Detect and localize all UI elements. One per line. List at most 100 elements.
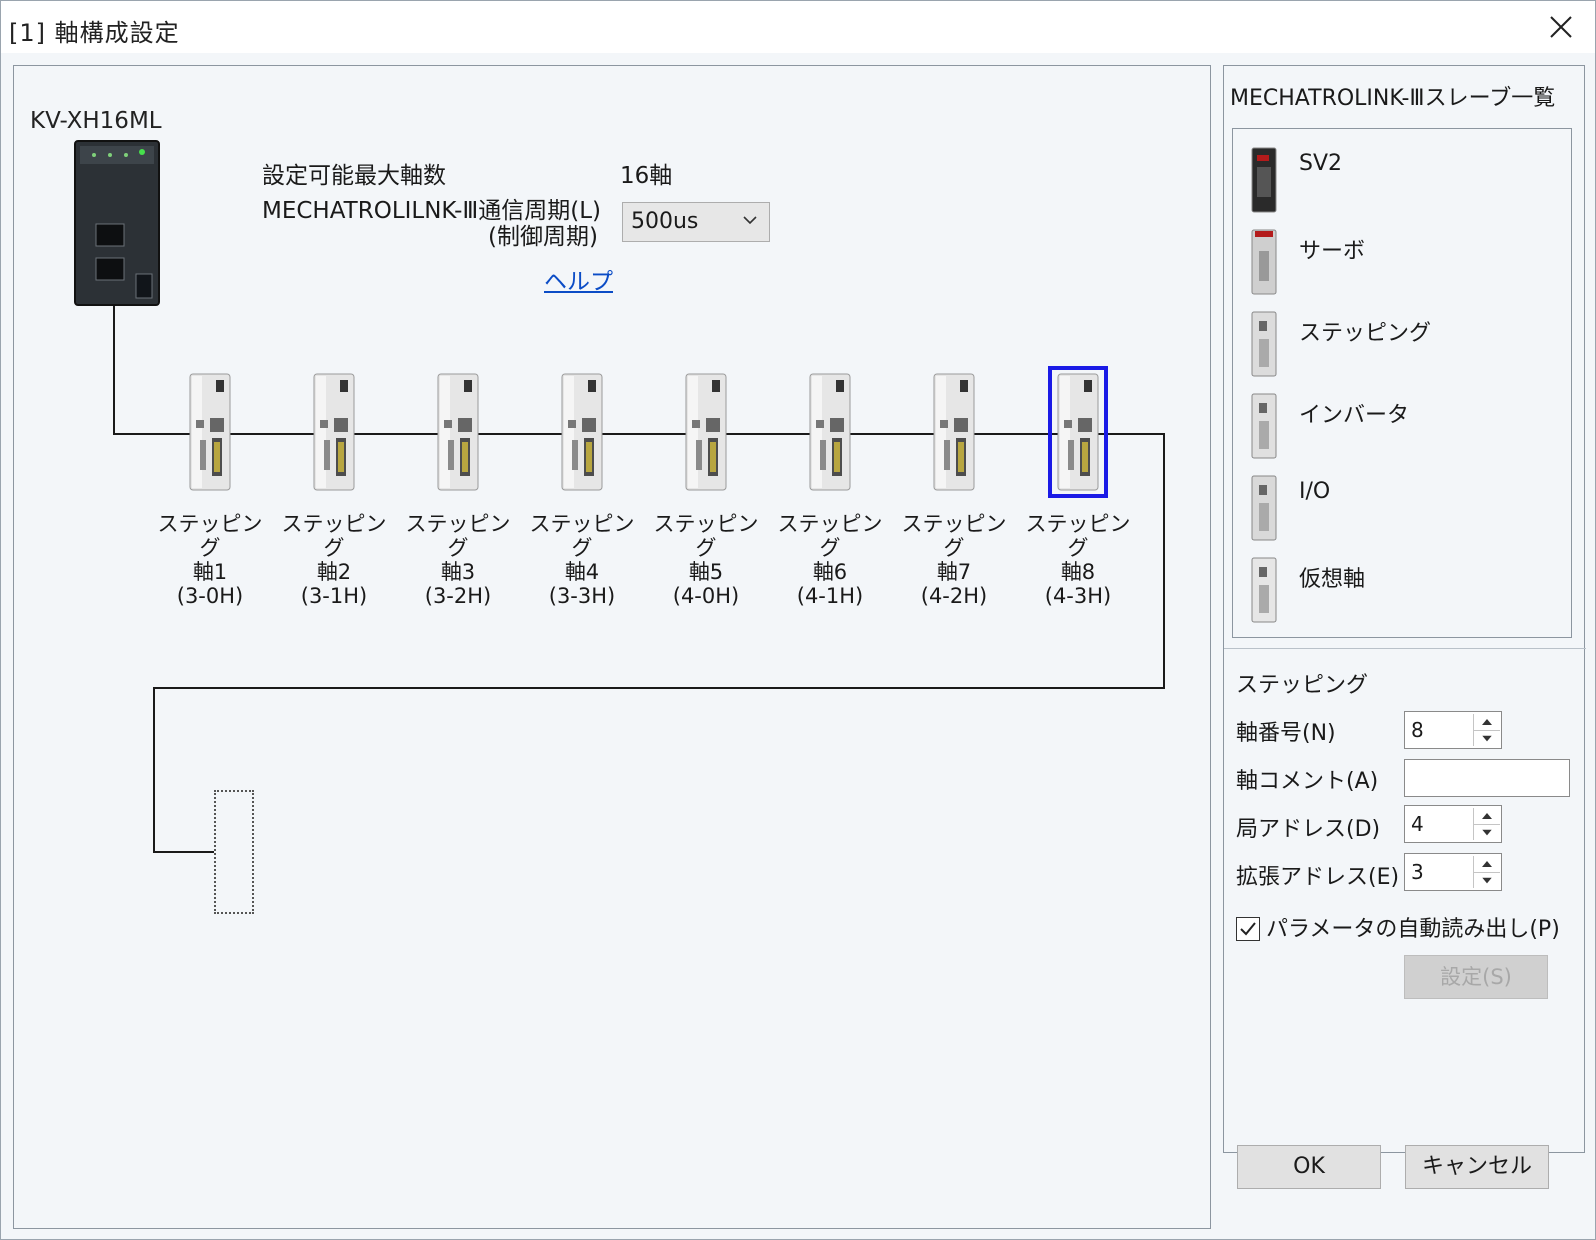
close-icon[interactable]	[1543, 9, 1579, 45]
axis-unit-3[interactable]	[434, 372, 482, 492]
slave-list-panel: MECHATROLINK-Ⅲスレーブ一覧 SV2 サーボ ステッピング インバータ I/…	[1223, 65, 1586, 1154]
axis-axis-text: 軸6	[812, 560, 848, 584]
axis-comment-label: 軸コメント(A)	[1236, 769, 1379, 794]
axis-axis-text: 軸2	[316, 560, 352, 584]
axis-address-text: (3-0H)	[176, 584, 244, 608]
axis-properties: ステッピング 軸番号(N) 8 軸コメント(A) 局アドレス(D) 4 拡張アド…	[1224, 648, 1586, 1154]
axis-configuration-canvas: KV-XH16ML 設定可能最大軸数 16軸 MECHATROLILNK-Ⅲ通信…	[13, 65, 1211, 1229]
station-address-label: 局アドレス(D)	[1236, 817, 1381, 842]
cancel-button[interactable]: キャンセル	[1405, 1145, 1549, 1189]
axis-caption-1: ステッピング 軸1 (3-0H)	[148, 512, 272, 608]
axis-address-text: (4-0H)	[672, 584, 740, 608]
axis-caption-7: ステッピング 軸7 (4-2H)	[892, 512, 1016, 608]
spin-up-icon[interactable]	[1474, 714, 1500, 730]
axis-unit-1[interactable]	[186, 372, 234, 492]
axis-number-value: 8	[1411, 718, 1424, 742]
axis-axis-text: 軸4	[564, 560, 600, 584]
stepping-drive-icon	[313, 373, 355, 491]
spin-down-icon[interactable]	[1474, 824, 1500, 840]
axis-axis-text: 軸7	[936, 560, 972, 584]
axis-unit-6[interactable]	[806, 372, 854, 492]
axis-comment-input[interactable]	[1404, 759, 1570, 797]
axis-unit-4[interactable]	[558, 372, 606, 492]
controller-unit-icon[interactable]	[74, 140, 160, 306]
axis-caption-6: ステッピング 軸6 (4-1H)	[768, 512, 892, 608]
axis-type-text: ステッピング	[529, 512, 635, 560]
stepping-drive-icon	[809, 373, 851, 491]
stepping-drive-icon	[437, 373, 479, 491]
virtual-axis-icon	[1251, 557, 1277, 623]
axis-caption-3: ステッピング 軸3 (3-2H)	[396, 512, 520, 608]
properties-title: ステッピング	[1236, 673, 1369, 698]
stepping-drive-icon	[561, 373, 603, 491]
control-cycle-label: (制御周期)	[488, 224, 598, 250]
servo-drive-icon	[1251, 229, 1277, 295]
axis-type-text: ステッピング	[901, 512, 1007, 560]
axis-type-text: ステッピング	[1025, 512, 1131, 560]
slave-item-3[interactable]: ステッピング	[1251, 311, 1551, 387]
axis-config-dialog: [1] 軸構成設定 KV-XH16ML 設定可能最大軸数 16軸 MECHATR…	[0, 0, 1596, 1240]
axis-axis-text: 軸3	[440, 560, 476, 584]
slave-item-1[interactable]: SV2	[1251, 147, 1551, 223]
sv2-drive-icon	[1251, 147, 1277, 213]
title-bar: [1] 軸構成設定	[1, 1, 1595, 53]
stepping-drive-icon	[1251, 311, 1277, 377]
io-module-icon	[1251, 475, 1277, 541]
axis-number-stepper[interactable]: 8	[1404, 711, 1502, 749]
axis-number-label: 軸番号(N)	[1236, 721, 1336, 746]
axis-address-text: (4-1H)	[796, 584, 864, 608]
spin-up-icon[interactable]	[1474, 808, 1500, 824]
axis-type-text: ステッピング	[281, 512, 387, 560]
auto-read-label: パラメータの自動読み出し(P)	[1266, 917, 1560, 942]
spin-down-icon[interactable]	[1474, 730, 1500, 746]
controller-model-label: KV-XH16ML	[30, 108, 162, 134]
axis-axis-text: 軸8	[1060, 560, 1096, 584]
station-address-value: 4	[1411, 812, 1424, 836]
slave-item-name: ステッピング	[1299, 321, 1432, 346]
bus-lines	[113, 306, 1165, 853]
window-title: [1] 軸構成設定	[9, 19, 180, 47]
ext-address-label: 拡張アドレス(E)	[1236, 865, 1400, 890]
axis-type-text: ステッピング	[157, 512, 263, 560]
axis-unit-7[interactable]	[930, 372, 978, 492]
axis-caption-2: ステッピング 軸2 (3-1H)	[272, 512, 396, 608]
slave-list: SV2 サーボステッピング インバータ I/O 仮想軸	[1232, 128, 1572, 638]
axis-address-text: (3-2H)	[424, 584, 492, 608]
help-link[interactable]: ヘルプ	[544, 262, 613, 296]
chevron-down-icon	[743, 216, 757, 225]
slave-list-title: MECHATROLINK-Ⅲスレーブ一覧	[1230, 86, 1556, 111]
axis-caption-4: ステッピング 軸4 (3-3H)	[520, 512, 644, 608]
spin-down-icon[interactable]	[1474, 872, 1500, 888]
axis-caption-5: ステッピング 軸5 (4-0H)	[644, 512, 768, 608]
ok-button[interactable]: OK	[1237, 1145, 1381, 1189]
axis-address-text: (3-1H)	[300, 584, 368, 608]
axis-address-text: (3-3H)	[548, 584, 616, 608]
inverter-icon	[1251, 393, 1277, 459]
comm-cycle-value: 500us	[631, 209, 699, 234]
auto-read-checkbox[interactable]: パラメータの自動読み出し(P)	[1236, 911, 1560, 943]
spin-up-icon[interactable]	[1474, 856, 1500, 872]
axis-unit-2[interactable]	[310, 372, 358, 492]
slave-item-5[interactable]: I/O	[1251, 475, 1551, 551]
stepping-drive-icon	[685, 373, 727, 491]
empty-axis-slot[interactable]	[214, 790, 254, 914]
axis-unit-5[interactable]	[682, 372, 730, 492]
max-axes-label: 設定可能最大軸数	[262, 163, 446, 189]
checkbox-box[interactable]	[1236, 917, 1260, 941]
slave-item-name: I/O	[1299, 479, 1331, 504]
slave-item-4[interactable]: インバータ	[1251, 393, 1551, 469]
slave-item-name: SV2	[1299, 151, 1343, 176]
slave-item-2[interactable]: サーボ	[1251, 229, 1551, 305]
axis-type-text: ステッピング	[405, 512, 511, 560]
set-button[interactable]: 設定(S)	[1404, 955, 1548, 999]
station-address-stepper[interactable]: 4	[1404, 805, 1502, 843]
slave-item-name: サーボ	[1299, 239, 1366, 264]
axis-address-text: (4-3H)	[1044, 584, 1112, 608]
ext-address-stepper[interactable]: 3	[1404, 853, 1502, 891]
slave-item-name: インバータ	[1299, 403, 1410, 428]
slave-item-6[interactable]: 仮想軸	[1251, 557, 1551, 633]
comm-cycle-dropdown[interactable]: 500us	[622, 202, 770, 242]
axis-caption-8: ステッピング 軸8 (4-3H)	[1016, 512, 1140, 608]
axis-unit-8[interactable]	[1048, 366, 1108, 498]
slave-item-name: 仮想軸	[1299, 567, 1366, 592]
